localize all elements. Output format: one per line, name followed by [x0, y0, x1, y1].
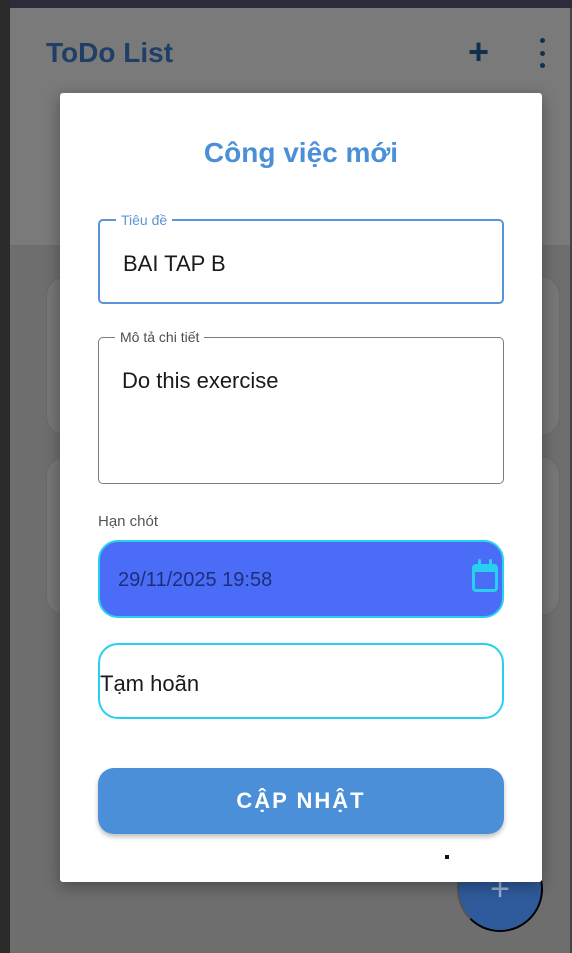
- deadline-label: Hạn chót: [98, 513, 159, 530]
- new-task-dialog: Công việc mới Tiêu đề BAI TAP B Mô tả ch…: [60, 93, 542, 882]
- deadline-value[interactable]: 29/11/2025 19:58: [118, 569, 272, 592]
- title-value[interactable]: BAI TAP B: [123, 251, 226, 277]
- update-button[interactable]: CẬP NHẬT: [98, 768, 504, 834]
- description-label: Mô tả chi tiết: [115, 329, 205, 345]
- calendar-icon[interactable]: [472, 559, 498, 592]
- decorative-dot: [445, 855, 449, 859]
- dialog-title: Công việc mới: [203, 137, 399, 168]
- window-top-edge: [0, 0, 572, 8]
- description-input[interactable]: Mô tả chi tiết Do this exercise: [98, 329, 504, 484]
- app-bar: ToDo List +: [10, 8, 570, 98]
- window-left-edge: [0, 0, 10, 953]
- description-value[interactable]: Do this exercise: [122, 368, 279, 394]
- more-vertical-icon[interactable]: [538, 38, 546, 68]
- title-label: Tiêu đề: [116, 212, 173, 228]
- status-select[interactable]: Tạm hoãn: [98, 643, 504, 719]
- deadline-picker[interactable]: 29/11/2025 19:58: [98, 540, 504, 618]
- status-value[interactable]: Tạm hoãn: [100, 671, 199, 697]
- title-input[interactable]: Tiêu đề BAI TAP B: [98, 212, 504, 304]
- app-title: ToDo List: [46, 37, 174, 68]
- plus-icon[interactable]: +: [468, 30, 489, 74]
